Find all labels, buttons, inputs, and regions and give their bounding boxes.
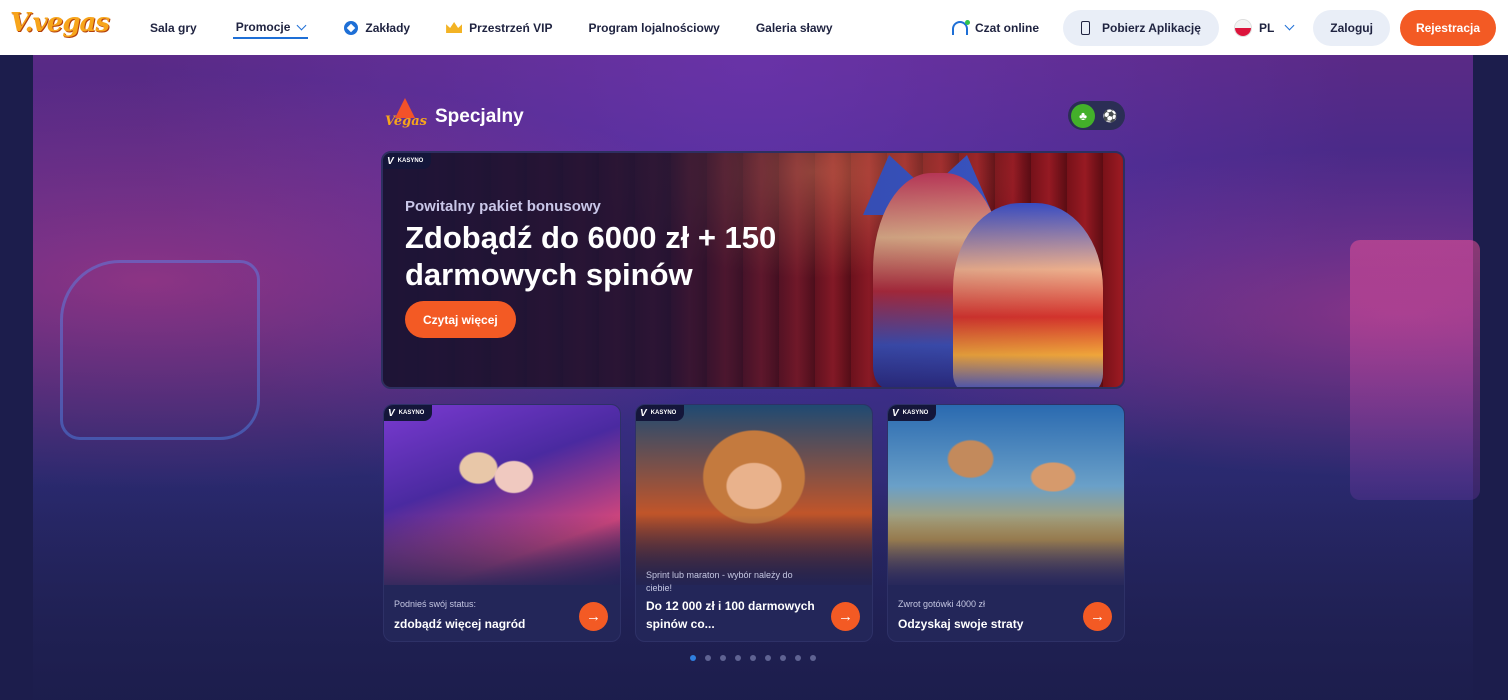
pagination-dot[interactable] [750,655,756,661]
nav-label: Zakłady [365,20,411,35]
nav-sala-gry[interactable]: Sala gry [150,0,197,55]
casino-tag: V KASYNO [888,405,937,421]
football-icon[interactable]: ⚽ [1098,104,1122,128]
tag-label: KASYNO [650,410,677,416]
card-title: Odzyskaj swoje straty [898,617,1024,631]
nav-label: Promocje [235,20,291,34]
chat-label: Czat online [974,20,1039,35]
casino-tag: V KASYNO [636,405,685,421]
category-toggle[interactable]: ♣ ⚽ [1068,101,1125,130]
nav-vip[interactable]: Przestrzeń VIP [446,0,552,55]
neon-cowboy-decoration [60,260,260,440]
section-title: Specjalny [435,106,524,127]
nav-hall-of-fame[interactable]: Galeria sławy [756,0,833,55]
casino-tag: V KASYNO [384,405,433,421]
casino-tag: V KASYNO [383,153,432,169]
v-logo-icon: V [640,407,647,419]
header-actions: Czat online Pobierz Aplikację PL Zaloguj… [951,0,1496,55]
language-selector[interactable]: PL [1234,19,1295,36]
arrow-right-icon[interactable]: → [831,602,860,631]
pagination-dot[interactable] [720,655,726,661]
chat-online-link[interactable]: Czat online [951,19,1039,35]
arrow-right-icon[interactable]: → [579,602,608,631]
register-button[interactable]: Rejestracja [1399,9,1496,46]
pagination-dot[interactable] [765,655,771,661]
hero-banner[interactable]: V KASYNO Powitalny pakiet bonusowy Zdobąd… [381,151,1125,389]
football-icon [344,20,359,35]
v-logo-icon: V [387,155,394,167]
cherry-icon[interactable]: ♣ [1071,103,1095,128]
promo-card[interactable]: V KASYNO Sprint lub maraton - wybór należ… [635,404,873,642]
pagination-dot[interactable] [795,655,801,661]
promo-card[interactable]: V KASYNO Zwrot gotówki 4000 zł Odzyskaj s… [887,404,1125,642]
language-label: PL [1258,20,1275,35]
login-label: Zaloguj [1330,20,1373,35]
card-title: Do 12 000 zł i 100 darmowych spinów co..… [646,599,815,631]
nav-promocje[interactable]: Promocje [232,0,309,55]
read-more-label: Czytaj więcej [423,312,498,327]
login-button[interactable]: Zaloguj [1313,9,1390,46]
neon-sign-decoration [1350,240,1480,500]
pagination-dot[interactable] [690,655,696,661]
nav-label: Przestrzeń VIP [469,20,553,35]
v-logo-icon: V [892,407,899,419]
app-button-label: Pobierz Aplikację [1102,20,1201,35]
crown-icon [446,22,463,33]
tag-label: KASYNO [902,410,929,416]
pagination-dot[interactable] [780,655,786,661]
pagination-dot[interactable] [735,655,741,661]
register-label: Rejestracja [1415,20,1480,35]
download-app-button[interactable]: Pobierz Aplikację [1063,9,1219,46]
chevron-down-icon [1284,20,1295,31]
vegas-logo-icon: Vegas [385,98,427,136]
hero-title: Zdobądź do 6000 zł + 150 darmowych spinó… [405,220,777,292]
card-title: zdobądź więcej nagród [394,617,526,631]
phone-icon [1081,20,1090,35]
image-fade [384,515,620,595]
promo-card[interactable]: V KASYNO Podnieś swój status: zdobądź wię… [383,404,621,642]
hero-subtitle: Powitalny pakiet bonusowy [405,198,601,215]
section-header: Vegas Specjalny [385,98,524,136]
carousel-pagination [690,655,825,661]
poland-flag-icon [1234,19,1251,36]
image-fade [888,515,1124,595]
chevron-down-icon [296,20,307,30]
pagination-dot[interactable] [705,655,711,661]
nav-label: Sala gry [150,20,197,35]
v-logo-icon: V [388,407,395,419]
arrow-right-icon[interactable]: → [1083,602,1112,631]
pagination-dot[interactable] [810,655,816,661]
card-kicker: Zwrot gotówki 4000 zł [898,599,986,609]
tag-label: KASYNO [397,158,424,164]
top-header: V.vegas Sala gry Promocje Zakłady Przest… [0,0,1508,55]
card-kicker: Podnieś swój status: [394,599,477,609]
nav-loyalty[interactable]: Program lojalnościowy [588,0,719,55]
nav-zaklady[interactable]: Zakłady [344,0,410,55]
card-kicker: Sprint lub maraton - wybór należy do cie… [646,570,793,593]
headset-icon [951,19,970,35]
nav-label: Galeria sławy [755,20,833,35]
nav-label: Program lojalnościowy [588,20,720,35]
read-more-button[interactable]: Czytaj więcej [405,301,516,338]
site-logo[interactable]: V.vegas [10,8,110,38]
tag-label: KASYNO [398,410,425,416]
main-nav: Sala gry Promocje Zakłady Przestrzeń VIP… [150,0,869,55]
